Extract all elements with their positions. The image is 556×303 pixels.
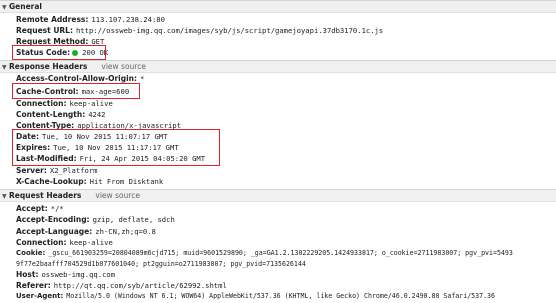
- header-row: Accept-Encoding: gzip, deflate, sdch: [16, 215, 175, 224]
- header-row: Date: Tue, 10 Nov 2015 11:07:17 GMT: [16, 132, 168, 141]
- header-row: Host: ossweb-img.qq.com: [16, 270, 116, 279]
- header-row: Content-Type: application/x-javascript: [16, 121, 182, 130]
- header-row: Remote Address: 113.107.238.24:80: [16, 15, 165, 24]
- triangle-down-icon[interactable]: ▼: [2, 2, 9, 13]
- triangle-down-icon[interactable]: ▼: [2, 191, 9, 202]
- header-row: Last-Modified: Fri, 24 Apr 2015 04:05:20 …: [16, 154, 206, 163]
- header-row: Accept-Language: zh-CN,zh;q=0.8: [16, 227, 156, 236]
- header-row: Request URL: http://ossweb-img.qq.com/ima…: [16, 26, 384, 35]
- header-row: X-Cache-Lookup: Hit From Disktank: [16, 177, 164, 186]
- general-section-header[interactable]: ▼ General: [0, 0, 556, 13]
- general-title: General: [9, 2, 42, 11]
- header-row: Request Method: GET: [16, 37, 105, 46]
- header-row: Accept: */*: [16, 204, 64, 213]
- green-dot-icon: [72, 50, 79, 56]
- response-headers-section-header[interactable]: ▼ Response Headers view source: [0, 60, 556, 73]
- triangle-down-icon[interactable]: ▼: [2, 62, 9, 73]
- view-source-link[interactable]: view source: [101, 62, 146, 71]
- request-headers-section-header[interactable]: ▼ Request Headers view source: [0, 189, 556, 202]
- header-row: Expires: Tue, 10 Nov 2015 11:17:17 GMT: [16, 143, 179, 152]
- header-row: Connection: keep-alive: [16, 99, 113, 108]
- header-row-continuation: 9f77e2baafff704529d1b077601040; pt2gguin…: [16, 260, 306, 268]
- header-row: Status Code: 200 OK: [16, 48, 109, 57]
- response-headers-title: Response Headers: [9, 62, 88, 71]
- header-row: Connection: keep-alive: [16, 238, 113, 247]
- header-row: Cache-Control: max-age=600: [16, 87, 130, 96]
- header-row: Server: X2_Platform: [16, 166, 98, 175]
- header-row: User-Agent: Mozilla/5.0 (Windows NT 6.1; …: [16, 292, 496, 300]
- header-row: Referer: http://qt.qq.com/syb/article/629…: [16, 281, 227, 290]
- request-headers-title: Request Headers: [9, 191, 82, 200]
- header-row: Access-Control-Allow-Origin: *: [16, 74, 145, 83]
- view-source-link[interactable]: view source: [95, 191, 140, 200]
- header-row: Content-Length: 4242: [16, 110, 106, 119]
